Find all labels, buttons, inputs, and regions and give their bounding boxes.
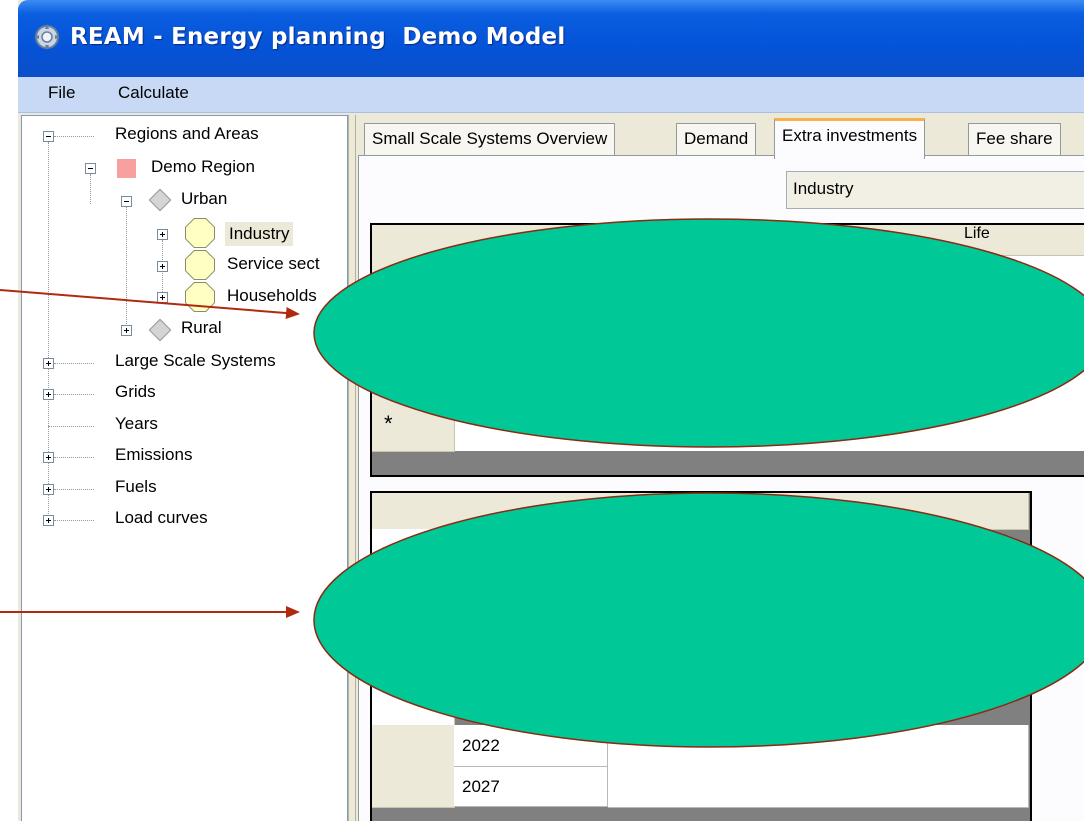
tree-line — [48, 142, 49, 522]
tree-line — [54, 520, 94, 521]
table-cell[interactable] — [816, 767, 1029, 808]
tree-item-years[interactable]: Years — [115, 414, 158, 434]
table-cell[interactable] — [608, 767, 817, 808]
collapse-icon[interactable] — [121, 196, 132, 207]
row-header[interactable] — [372, 767, 455, 808]
tree-line — [126, 206, 127, 330]
column-header[interactable] — [454, 225, 963, 256]
tree-line — [54, 363, 94, 364]
menu-bar: File Calculate — [18, 77, 1084, 113]
expand-icon[interactable] — [157, 292, 168, 303]
expand-icon[interactable] — [43, 452, 54, 463]
tree-item-load-curves[interactable]: Load curves — [115, 508, 208, 528]
new-row-marker: * — [384, 411, 393, 436]
region-icon — [117, 159, 136, 178]
expand-icon[interactable] — [157, 261, 168, 272]
tab-small-scale-systems-overview[interactable]: Small Scale Systems Overview — [364, 123, 616, 155]
expand-icon[interactable] — [43, 358, 54, 369]
tree-item-urban[interactable]: Urban — [181, 189, 227, 209]
tree-line — [48, 426, 94, 427]
year-cell[interactable]: 2027 — [454, 767, 608, 807]
row-header[interactable] — [372, 725, 455, 768]
title-bar[interactable]: REAM - Energy planning Demo Model — [18, 0, 1084, 77]
area-diamond-icon — [148, 318, 172, 342]
expand-icon[interactable] — [43, 515, 54, 526]
tree-item-service-sector[interactable]: Service sect — [227, 254, 320, 274]
grid-body: Life * — [372, 225, 1084, 452]
menu-calculate[interactable]: Calculate — [118, 83, 189, 103]
tree-line — [54, 457, 94, 458]
tree-item-demo-region[interactable]: Demo Region — [151, 157, 255, 177]
investments-grid[interactable]: Life * — [370, 223, 1084, 477]
tab-demand[interactable]: Demand — [676, 123, 757, 155]
expand-icon[interactable] — [43, 484, 54, 495]
tree-item-rural[interactable]: Rural — [181, 318, 222, 338]
navigation-tree[interactable]: Regions and Areas Demo Region Urban Indu… — [21, 115, 348, 821]
sector-select[interactable]: Industry — [786, 171, 1084, 209]
corner-header — [372, 493, 455, 530]
app-icon — [34, 24, 60, 50]
tree-line — [54, 394, 94, 395]
collapse-icon[interactable] — [85, 163, 96, 174]
menu-file[interactable]: File — [48, 83, 75, 103]
column-header[interactable] — [454, 493, 1029, 530]
tree-line — [54, 489, 94, 490]
column-header-life[interactable]: Life — [962, 225, 1084, 256]
expand-icon[interactable] — [157, 229, 168, 240]
tree-item-grids[interactable]: Grids — [115, 382, 156, 402]
expand-icon[interactable] — [121, 325, 132, 336]
expand-icon[interactable] — [43, 389, 54, 400]
app-window: REAM - Energy planning Demo Model File C… — [18, 0, 1084, 821]
tree-item-large-scale-systems[interactable]: Large Scale Systems — [115, 351, 276, 371]
tab-extra-investments[interactable]: Extra investments — [774, 118, 926, 159]
tree-item-industry[interactable]: Industry — [225, 222, 294, 246]
tree-item-regions-and-areas[interactable]: Regions and Areas — [115, 124, 259, 144]
sector-octagon-icon — [186, 283, 214, 311]
collapse-icon[interactable] — [43, 131, 54, 142]
row-header — [372, 529, 455, 726]
tree-line — [90, 174, 91, 204]
tab-fee-share[interactable]: Fee share — [968, 123, 1061, 155]
tree-item-households[interactable]: Households — [227, 286, 317, 306]
area-diamond-icon — [148, 188, 172, 212]
year-cell[interactable]: 2022 — [454, 725, 608, 767]
tree-item-fuels[interactable]: Fuels — [115, 477, 157, 497]
years-grid[interactable]: 2022 2027 — [370, 491, 1032, 821]
table-cell[interactable] — [608, 725, 817, 768]
table-cell[interactable] — [816, 725, 1029, 768]
tree-line — [54, 136, 94, 137]
tree-item-emissions[interactable]: Emissions — [115, 445, 192, 465]
right-panel: Small Scale Systems Overview Demand Extr… — [356, 115, 1084, 821]
window-title: REAM - Energy planning Demo Model — [70, 24, 566, 50]
splitter-handle[interactable] — [348, 115, 356, 821]
